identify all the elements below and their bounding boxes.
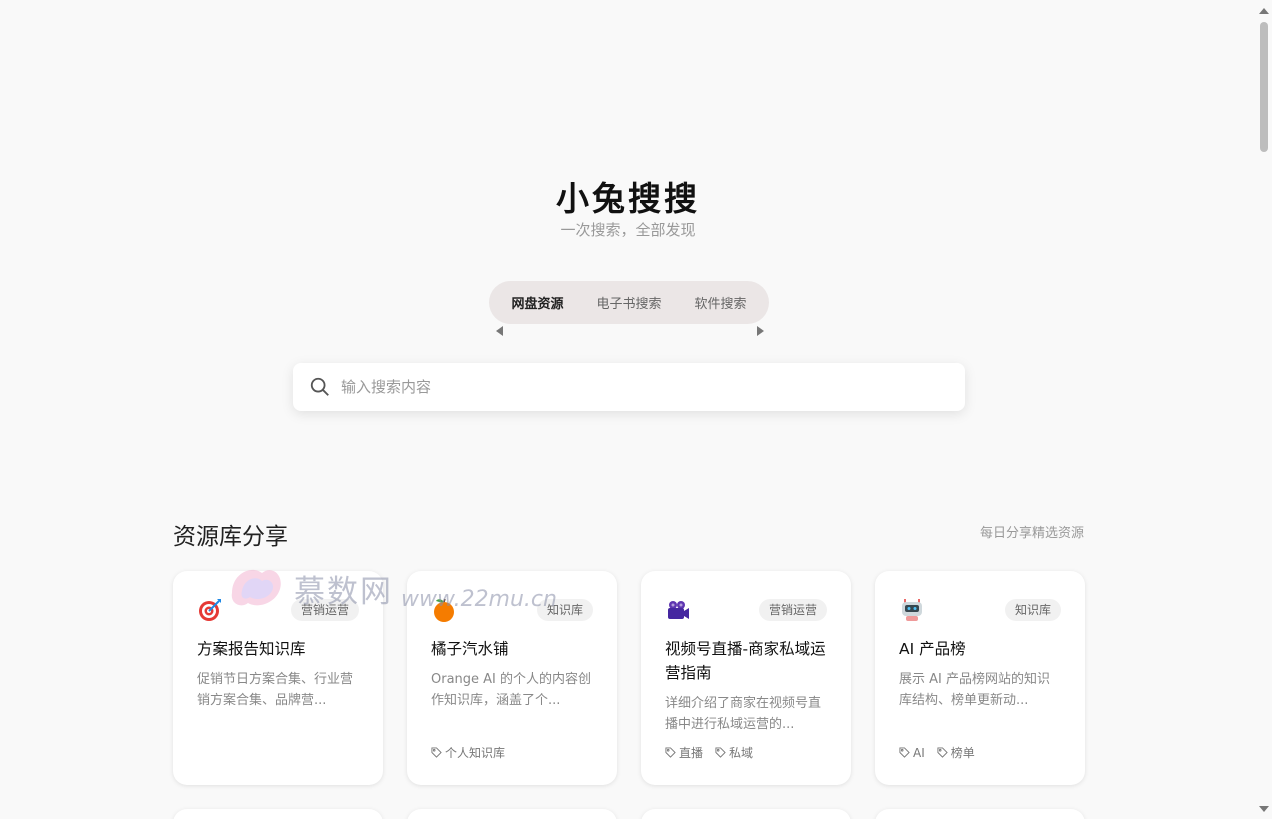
tag[interactable]: 私域 xyxy=(715,744,753,761)
resource-card[interactable] xyxy=(875,809,1085,819)
card-title: AI 产品榜 xyxy=(899,640,966,658)
site-title: 小兔搜搜 xyxy=(556,179,700,218)
tag-label: 榜单 xyxy=(950,746,975,760)
card-description: Orange AI 的个人的内容创作知识库，涵盖了个... xyxy=(431,672,592,708)
tag[interactable]: 直播 xyxy=(665,744,703,761)
card-title: 橘子汽水铺 xyxy=(431,640,509,658)
card-tags: 直播 私域 xyxy=(665,744,753,761)
tag-label: 私域 xyxy=(729,746,754,760)
tag[interactable]: 榜单 xyxy=(937,744,975,761)
search-input[interactable] xyxy=(341,378,941,396)
section-note: 每日分享精选资源 xyxy=(979,526,1084,541)
tag-icon xyxy=(431,747,442,758)
resource-card[interactable]: 知识库 橘子汽水铺 Orange AI 的个人的内容创作知识库，涵盖了个... … xyxy=(407,571,617,785)
tag-label: AI xyxy=(913,745,925,760)
card-title: 方案报告知识库 xyxy=(197,640,306,658)
video-camera-icon xyxy=(668,601,689,619)
resource-card[interactable] xyxy=(407,809,617,819)
tag-icon xyxy=(715,747,726,758)
scroll-up-icon[interactable] xyxy=(1259,8,1269,14)
category-badge: 营销运营 xyxy=(290,599,359,621)
search-icon xyxy=(310,377,329,396)
tabs-scroll-control xyxy=(494,326,764,336)
tag-icon xyxy=(899,747,910,758)
card-description: 促销节日方案合集、行业营销方案合集、品牌营... xyxy=(197,672,354,708)
category-badge: 知识库 xyxy=(1004,599,1061,621)
scroll-left-icon[interactable] xyxy=(496,326,503,336)
category-badge: 营销运营 xyxy=(758,599,827,621)
robot-icon xyxy=(902,599,922,621)
search-type-tabs: 网盘资源 电子书搜索 软件搜索 xyxy=(489,281,769,324)
tag-label: 直播 xyxy=(679,746,704,760)
tag[interactable]: AI xyxy=(899,744,925,761)
scroll-down-icon[interactable] xyxy=(1259,806,1269,812)
tag-label: 个人知识库 xyxy=(445,746,506,760)
resource-card[interactable]: 知识库 AI 产品榜 展示 AI 产品榜网站的知识库结构、榜单更新动... AI… xyxy=(875,571,1085,785)
tab-netdisk[interactable]: 网盘资源 xyxy=(505,289,569,316)
scrollbar-thumb[interactable] xyxy=(1260,22,1268,152)
tag[interactable]: 个人知识库 xyxy=(431,744,505,761)
tag-icon xyxy=(937,747,948,758)
tab-software[interactable]: 软件搜索 xyxy=(688,289,752,316)
section-title: 资源库分享 xyxy=(173,524,288,550)
target-icon xyxy=(199,599,221,621)
tag-icon xyxy=(665,747,676,758)
scroll-right-icon[interactable] xyxy=(757,326,764,336)
category-badge: 知识库 xyxy=(536,599,593,621)
resource-card[interactable]: 营销运营 方案报告知识库 促销节日方案合集、行业营销方案合集、品牌营... xyxy=(173,571,383,785)
resource-card[interactable] xyxy=(173,809,383,819)
resource-card[interactable] xyxy=(641,809,851,819)
search-box xyxy=(293,363,965,411)
card-description: 详细介绍了商家在视频号直播中进行私域运营的... xyxy=(665,696,822,732)
orange-icon xyxy=(434,598,454,622)
page-scrollbar[interactable] xyxy=(1256,0,1272,819)
tab-ebook[interactable]: 电子书搜索 xyxy=(590,289,667,316)
resource-card-grid: 营销运营 方案报告知识库 促销节日方案合集、行业营销方案合集、品牌营... 知识… xyxy=(173,571,1085,785)
card-tags: 个人知识库 xyxy=(431,744,505,761)
card-title: 视频号直播-商家私域运营指南 xyxy=(665,640,826,682)
card-tags: AI 榜单 xyxy=(899,744,975,761)
resource-card[interactable]: 营销运营 视频号直播-商家私域运营指南 详细介绍了商家在视频号直播中进行私域运营… xyxy=(641,571,851,785)
site-subtitle: 一次搜索，全部发现 xyxy=(560,221,696,239)
resource-card-grid-next-row xyxy=(173,809,1085,819)
card-description: 展示 AI 产品榜网站的知识库结构、榜单更新动... xyxy=(899,672,1050,708)
